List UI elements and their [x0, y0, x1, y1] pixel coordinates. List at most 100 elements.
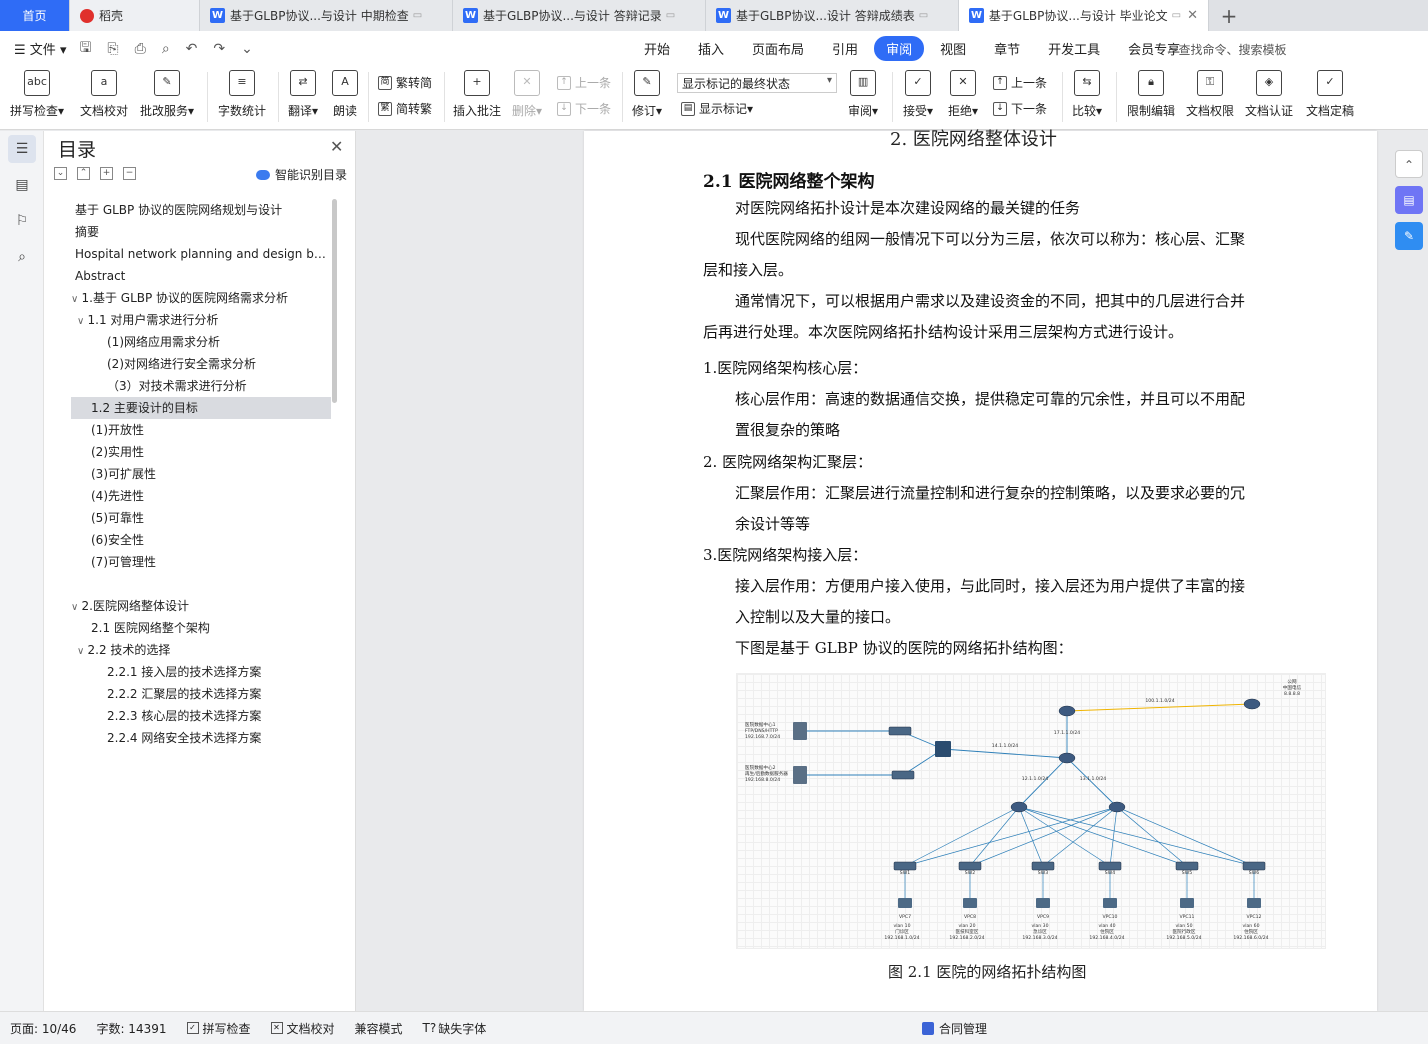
page-indicator[interactable]: 页面: 10/46 [10, 1020, 76, 1037]
menu-tab[interactable]: 审阅 [874, 36, 925, 61]
tab-doc-4[interactable]: W 基于GLBP协议...与设计 毕业论文 ▭ ✕ [959, 0, 1209, 31]
toc-item[interactable]: (1)开放性 [71, 419, 331, 441]
smart-toc-button[interactable]: 智能识别目录 [256, 166, 347, 183]
export-icon[interactable]: ⎘ [104, 41, 121, 57]
remove-level-icon[interactable]: − [123, 167, 136, 180]
read-aloud-button[interactable]: A 朗读 [332, 70, 358, 119]
search-icon[interactable]: ⌕ [8, 243, 36, 271]
prev-comment-button[interactable]: ↑ 上一条 [557, 74, 611, 91]
toc-item[interactable]: Abstract [71, 265, 331, 287]
doc-assistant-icon[interactable]: ▤ [1395, 186, 1423, 214]
toc-item[interactable]: (4)先进性 [71, 485, 331, 507]
prev-change-button[interactable]: ↑ 上一条 [993, 74, 1047, 91]
reject-button[interactable]: ✕ 拒绝▾ [948, 70, 978, 119]
menu-tab[interactable]: 引用 [820, 36, 870, 61]
toc-item[interactable]: (1)网络应用需求分析 [71, 331, 331, 353]
chevron-down-icon[interactable]: ∨ [77, 316, 88, 327]
next-change-button[interactable]: ↓ 下一条 [993, 100, 1047, 117]
close-icon[interactable]: ✕ [330, 137, 343, 156]
menu-tab[interactable]: 插入 [686, 36, 736, 61]
next-comment-button[interactable]: ↓ 下一条 [557, 100, 611, 117]
toc-item[interactable]: 1.2 主要设计的目标 [71, 397, 331, 419]
command-search[interactable]: ⌕ 查找命令、搜索模板 [1168, 41, 1287, 58]
tab-doc-2[interactable]: W 基于GLBP协议...与设计 答辩记录 ▭ [453, 0, 706, 31]
proofread-button[interactable]: a 文档校对 [80, 70, 128, 119]
trad-to-simp-button[interactable]: 简繁转简 [378, 74, 432, 91]
word-count[interactable]: 字数: 14391 [96, 1020, 166, 1037]
tab-doc-3[interactable]: W 基于GLBP协议...设计 答辩成绩表 ▭ [706, 0, 959, 31]
toc-item[interactable]: (2)实用性 [71, 441, 331, 463]
toc-item[interactable]: ∨ 2.医院网络整体设计 [71, 595, 331, 617]
toc-icon[interactable]: ☰ [8, 135, 36, 163]
compare-button[interactable]: ⇆ 比较▾ [1072, 70, 1102, 119]
toc-item[interactable]: ∨ 1.1 对用户需求进行分析 [71, 309, 331, 331]
server-label: 医院数据中心1 [745, 721, 776, 728]
menu-tab[interactable]: 章节 [982, 36, 1032, 61]
toc-item[interactable]: Hospital network planning and design ba … [71, 243, 331, 265]
doc-certify-button[interactable]: ◈ 文档认证 [1245, 70, 1293, 119]
accept-button[interactable]: ✓ 接受▾ [903, 70, 933, 119]
toc-item[interactable]: 2.1 医院网络整个架构 [71, 617, 331, 639]
status-proofread[interactable]: ✕ 文档校对 [270, 1020, 335, 1037]
tab-daoke[interactable]: 稻壳 [70, 0, 200, 31]
simp-to-trad-button[interactable]: 繁简转繁 [378, 100, 432, 117]
undo-icon[interactable]: ↶ [183, 41, 201, 57]
chevron-down-icon[interactable]: ∨ [71, 602, 82, 613]
add-level-icon[interactable]: + [100, 167, 113, 180]
toc-item-label: 2.2.4 网络安全技术选择方案 [107, 731, 262, 745]
insert-comment-button[interactable]: + 插入批注 [453, 70, 501, 119]
delete-comment-button[interactable]: ✕ 删除▾ [512, 70, 542, 119]
redo-icon[interactable]: ↷ [210, 41, 228, 57]
toc-item[interactable]: (3)可扩展性 [71, 463, 331, 485]
doc-finalize-button[interactable]: ✓ 文档定稿 [1306, 70, 1354, 119]
print-preview-icon[interactable]: ⌕ [159, 41, 173, 57]
edit-assistant-icon[interactable]: ✎ [1395, 222, 1423, 250]
word-count-button[interactable]: ≡ 字数统计 [218, 70, 266, 119]
save-icon[interactable]: 🖫 [76, 37, 94, 61]
review-pane-button[interactable]: ▥ 审阅▾ [848, 70, 878, 119]
toc-item[interactable]: 2.2.4 网络安全技术选择方案 [71, 727, 331, 749]
tab-home[interactable]: 首页 [0, 0, 70, 31]
missing-font[interactable]: T? 缺失字体 [423, 1020, 487, 1037]
navigation-icon[interactable]: ▤ [8, 171, 36, 199]
close-tab-icon[interactable]: ✕ [1181, 8, 1198, 23]
translate-button[interactable]: ⇄ 翻译▾ [288, 70, 318, 119]
menu-tab[interactable]: 视图 [928, 36, 978, 61]
toc-item[interactable]: 2.2.2 汇聚层的技术选择方案 [71, 683, 331, 705]
doc-permission-button[interactable]: ⚿ 文档权限 [1186, 70, 1234, 119]
spellcheck-button[interactable]: abc 拼写检查▾ [10, 70, 64, 119]
toc-item[interactable]: (6)安全性 [71, 529, 331, 551]
restrict-editing-button[interactable]: 🔒︎ 限制编辑 [1127, 70, 1175, 119]
menu-tab[interactable]: 页面布局 [740, 36, 816, 61]
chevron-down-icon[interactable]: ∨ [71, 294, 82, 305]
new-tab-button[interactable]: + [1209, 0, 1249, 31]
chevron-down-icon[interactable]: ∨ [77, 646, 88, 657]
review-service-button[interactable]: ✎ 批改服务▾ [140, 70, 194, 119]
toc-item[interactable]: ∨ 2.2 技术的选择 [71, 639, 331, 661]
toc-item[interactable]: 摘要 [71, 221, 331, 243]
tab-doc-1[interactable]: W 基于GLBP协议...与设计 中期检查 ▭ [200, 0, 453, 31]
print-icon[interactable]: ⎙ [132, 41, 149, 57]
track-changes-button[interactable]: ✎ 修订▾ [632, 70, 662, 119]
expand-all-icon[interactable]: ⌃ [77, 167, 90, 180]
show-markup-button[interactable]: ▤ 显示标记 ▾ [681, 100, 753, 117]
toc-item[interactable]: 2.2.1 接入层的技术选择方案 [71, 661, 331, 683]
collapse-panel-icon[interactable]: ⌃ [1395, 150, 1423, 178]
toc-item[interactable]: (2)对网络进行安全需求分析 [71, 353, 331, 375]
markup-mode-select[interactable]: 显示标记的最终状态 [677, 73, 837, 93]
toc-item[interactable]: （3）对技术需求进行分析 [71, 375, 331, 397]
toc-item[interactable]: 2.2.3 核心层的技术选择方案 [71, 705, 331, 727]
collapse-all-icon[interactable]: ⌄ [54, 167, 67, 180]
more-icon[interactable]: ⌄ [238, 41, 256, 57]
contract-manager[interactable]: 合同管理 [922, 1020, 987, 1037]
status-spellcheck[interactable]: ✓ 拼写检查 [186, 1020, 251, 1037]
toc-item[interactable]: (5)可靠性 [71, 507, 331, 529]
menu-tab[interactable]: 开发工具 [1036, 36, 1112, 61]
toc-item[interactable]: (7)可管理性 [71, 551, 331, 573]
toc-item[interactable]: ∨ 1.基于 GLBP 协议的医院网络需求分析 [71, 287, 331, 309]
toc-item[interactable]: 基于 GLBP 协议的医院网络规划与设计 [71, 199, 331, 221]
file-menu[interactable]: ☰ 文件 ▾ [14, 39, 66, 58]
bookmark-icon[interactable]: ⚐ [8, 207, 36, 235]
menu-tab[interactable]: 开始 [632, 36, 682, 61]
toc-scrollbar[interactable] [332, 199, 337, 403]
